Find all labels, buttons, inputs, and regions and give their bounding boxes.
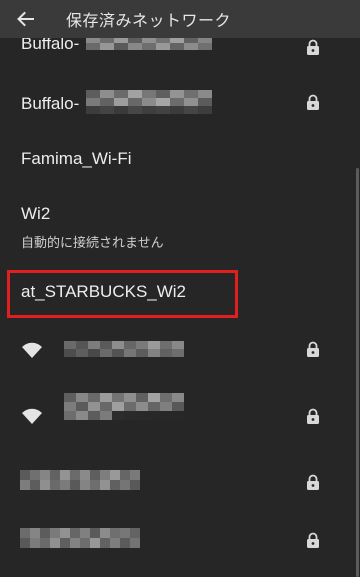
highlight-box <box>7 270 238 318</box>
network-item-buffalo-1[interactable]: Buffalo- <box>0 38 352 62</box>
pixelated-name <box>20 528 140 548</box>
network-item-wi2[interactable]: Wi2 自動的に接続されません <box>0 193 352 255</box>
pixelated-name <box>20 470 140 490</box>
arrow-back-icon <box>17 11 34 27</box>
lock-icon <box>307 532 319 548</box>
network-name: Famima_Wi-Fi <box>21 149 132 168</box>
pixelated-name <box>64 341 184 357</box>
pixelated-name <box>86 38 212 50</box>
lock-icon <box>307 341 319 357</box>
app-bar: 保存済みネットワーク <box>0 0 360 38</box>
page-title: 保存済みネットワーク <box>66 13 232 30</box>
network-name: Buffalo- <box>21 38 80 53</box>
lock-icon <box>307 94 319 110</box>
network-item-buffalo-2[interactable]: Buffalo- <box>0 78 352 126</box>
network-name: Wi2 <box>21 204 51 223</box>
lock-icon <box>307 408 319 424</box>
network-list: Buffalo- Buffalo- Famima_Wi-Fi Wi2 自動的に接… <box>0 38 360 577</box>
network-name: Buffalo- <box>21 94 80 113</box>
network-item-hidden-4[interactable] <box>0 516 352 560</box>
network-item-hidden-2[interactable] <box>0 387 352 447</box>
lock-icon <box>307 474 319 490</box>
back-button[interactable] <box>0 0 50 38</box>
network-status: 自動的に接続されません <box>21 235 164 250</box>
wifi-icon <box>22 342 42 358</box>
scrollbar[interactable] <box>356 168 359 577</box>
pixelated-name <box>64 393 184 420</box>
network-item-famima[interactable]: Famima_Wi-Fi <box>0 135 352 183</box>
lock-icon <box>307 39 319 55</box>
pixelated-name <box>86 90 212 114</box>
wifi-icon <box>22 408 42 424</box>
network-item-hidden-3[interactable] <box>0 460 352 504</box>
network-item-hidden-1[interactable] <box>0 330 352 370</box>
